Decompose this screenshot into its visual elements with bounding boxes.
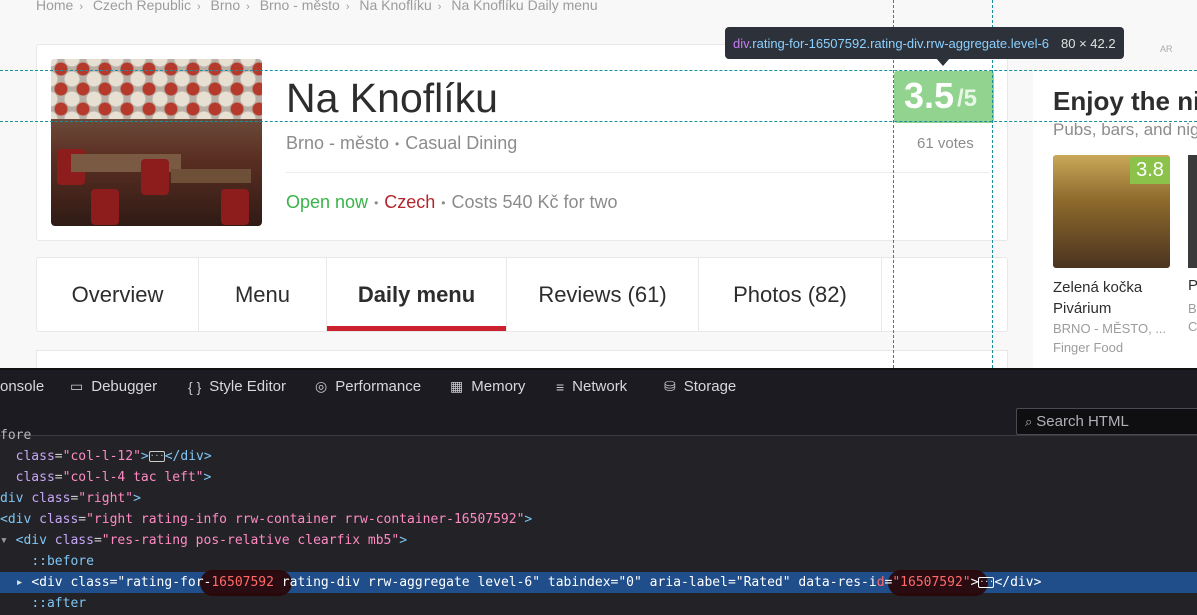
cost-for-two: Costs 540 Kč for two [451, 192, 618, 212]
code-line[interactable]: ::after [0, 593, 86, 614]
restaurant-tabs: Overview Menu Daily menu Reviews (61) Ph… [36, 257, 1008, 332]
search-placeholder: Search HTML [1036, 413, 1129, 430]
faint-label: AR [1160, 44, 1173, 54]
collapsed-dots-icon[interactable]: ··· [978, 577, 995, 588]
next-card-image[interactable] [1188, 155, 1197, 268]
next-card-category-initial: C [1188, 319, 1197, 334]
search-icon: ⌕ [1025, 413, 1033, 429]
tab-overview[interactable]: Overview [37, 258, 199, 331]
tab-photos[interactable]: Photos (82) [699, 258, 882, 331]
restaurant-subtitle: Brno - město • Casual Dining [286, 133, 518, 153]
devtools-tab-debugger[interactable]: ▭ Debugger [70, 378, 157, 395]
restaurant-name: Na Knoflíku [286, 75, 498, 121]
debugger-icon: ▭ [70, 378, 84, 394]
restaurant-meta: Open now • Czech • Costs 540 Kč for two [286, 192, 618, 212]
tooltip-dims: 80 × 42.2 [1061, 35, 1116, 51]
tooltip-arrow [936, 58, 950, 66]
side-card-category: Finger Food [1053, 340, 1124, 355]
side-title: Enjoy the ni [1053, 86, 1197, 116]
tab-daily-menu[interactable]: Daily menu [327, 258, 507, 331]
breadcrumb-restaurant[interactable]: Na Knoflíku [359, 0, 431, 13]
breadcrumb-current: Na Knoflíku Daily menu [451, 0, 598, 13]
devtools-tab-console[interactable]: onsole [0, 378, 44, 395]
rating-value: 3.5 [904, 75, 955, 116]
code-line[interactable]: fore [0, 425, 31, 446]
tab-reviews[interactable]: Reviews (61) [507, 258, 699, 331]
devtools-tab-performance[interactable]: ◎ Performance [315, 378, 421, 395]
code-line[interactable]: div class="right"> [0, 488, 141, 509]
votes-count[interactable]: 61 votes [917, 135, 974, 152]
breadcrumb-district[interactable]: Brno - město [260, 0, 340, 13]
inspector-guide-top [0, 70, 1197, 71]
tooltip-classes: .rating-for-16507592.rating-div.rrw-aggr… [748, 35, 1050, 51]
code-line[interactable]: class="col-l-4 tac left"> [0, 467, 212, 488]
side-subtitle: Pubs, bars, and nig [1053, 120, 1197, 139]
style-editor-icon: { } [188, 378, 202, 395]
tab-menu[interactable]: Menu [199, 258, 327, 331]
tooltip-tag: div [733, 35, 749, 51]
inspector-tooltip: div.rating-for-16507592.rating-div.rrw-a… [725, 27, 1124, 59]
memory-icon: ▦ [450, 378, 464, 394]
code-line-selected[interactable]: ▸ <div class="rating-for-16507592 rating… [0, 572, 1042, 593]
devtools-tab-memory[interactable]: ▦ Memory [450, 378, 525, 395]
next-card-name-initial: P [1188, 277, 1197, 294]
rating-max: /5 [957, 85, 978, 112]
code-line[interactable]: <div class="right rating-info rrw-contai… [0, 509, 532, 530]
inspector-guide-bottom [0, 121, 1197, 122]
breadcrumb-city[interactable]: Brno [211, 0, 241, 13]
network-icon: ≡ [556, 378, 565, 395]
side-card-location: BRNO - MĚSTO, ... [1053, 321, 1167, 336]
performance-icon: ◎ [315, 378, 328, 394]
restaurant-card: Na Knoflíku Brno - město • Casual Dining O… [36, 44, 1008, 241]
code-line[interactable]: class="col-l-12">···</div> [0, 446, 212, 467]
code-line[interactable]: ::before [0, 551, 94, 572]
cuisine-link[interactable]: Czech [384, 192, 435, 212]
divider [286, 172, 989, 173]
breadcrumb-country[interactable]: Czech Republic [93, 0, 191, 13]
restaurant-locality[interactable]: Brno - město [286, 133, 389, 153]
collapsed-dots-icon[interactable]: ··· [148, 451, 165, 462]
side-card-rating: 3.8 [1130, 157, 1170, 184]
breadcrumb-home[interactable]: Home [36, 0, 73, 13]
breadcrumb: Home › Czech Republic › Brno › Brno - město… [36, 0, 598, 13]
open-status: Open now [286, 192, 369, 212]
restaurant-type[interactable]: Casual Dining [405, 133, 517, 153]
storage-icon: ⛁ [664, 378, 676, 394]
devtools-tab-style-editor[interactable]: { } Style Editor [188, 378, 286, 395]
restaurant-photo[interactable] [51, 59, 262, 226]
side-card-name[interactable]: Zelená kočka Pivárium [1053, 277, 1173, 319]
devtools-tab-storage[interactable]: ⛁ Storage [664, 378, 736, 395]
devtools-tab-network[interactable]: ≡ Network [556, 378, 627, 395]
code-line[interactable]: ▾ <div class="res-rating pos-relative cl… [0, 530, 407, 551]
search-html-input[interactable]: ⌕ Search HTML [1016, 408, 1197, 435]
next-card-location-initial: B [1188, 301, 1197, 316]
